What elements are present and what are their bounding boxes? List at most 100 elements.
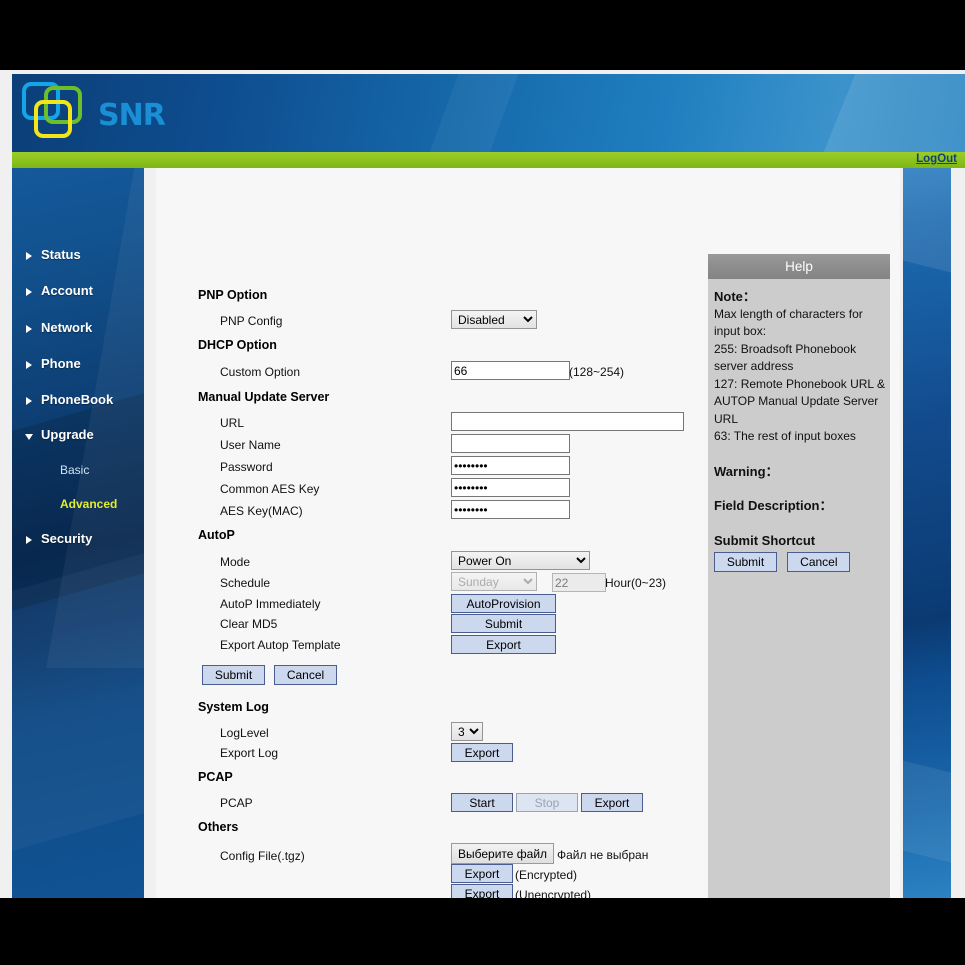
section-heading-pnp-option: PNP Option: [198, 288, 268, 302]
sidebar-subitem-basic[interactable]: Basic: [12, 463, 144, 483]
label-pcap: PCAP: [220, 796, 253, 810]
help-note-heading: Note：: [714, 289, 756, 304]
common-aes-key-input[interactable]: [451, 478, 570, 497]
sidebar-item-status[interactable]: Status: [12, 247, 144, 269]
chevron-right-icon: [26, 288, 32, 296]
label-url: URL: [220, 416, 245, 430]
section-heading-pcap: PCAP: [198, 770, 233, 784]
label-autop-immediately: AutoP Immediately: [220, 597, 321, 611]
help-cancel-button[interactable]: Cancel: [787, 552, 851, 572]
sidebar-subitem-advanced[interactable]: Advanced: [12, 497, 144, 517]
help-submit-button[interactable]: Submit: [714, 552, 777, 572]
right-decorative-band: [903, 168, 951, 898]
chevron-right-icon: [26, 397, 32, 405]
green-nav-bar: LogOut: [12, 152, 965, 168]
label-password: Password: [220, 460, 273, 474]
chevron-down-icon: [25, 434, 33, 440]
help-body: Note： Max length of characters for input…: [714, 288, 886, 572]
section-heading-dhcp-option: DHCP Option: [198, 338, 277, 352]
sidebar-item-label: Status: [41, 247, 81, 262]
sidebar-item-label: Security: [41, 531, 93, 546]
help-spacer: [714, 480, 886, 497]
sidebar-item-upgrade[interactable]: Upgrade: [12, 427, 144, 449]
header-sheen-decor-2: [421, 74, 523, 152]
page-root: SNR LogOut Status Account Network Phone …: [0, 70, 965, 898]
autop-mode-select[interactable]: Power On: [451, 551, 590, 570]
right-band-facet-1: [903, 168, 951, 278]
help-spacer: [714, 446, 886, 463]
sidebar-subitem-label: Advanced: [60, 497, 118, 511]
pcap-start-button[interactable]: Start: [451, 793, 513, 812]
export-log-button[interactable]: Export: [451, 743, 513, 762]
sidebar-item-label: PhoneBook: [41, 392, 114, 407]
logout-link[interactable]: LogOut: [916, 153, 957, 165]
autoprovision-button[interactable]: AutoProvision: [451, 594, 556, 613]
sidebar-item-label: Account: [41, 283, 93, 298]
custom-option-hint: (128~254): [569, 365, 625, 379]
export-unencrypted-button[interactable]: Export: [451, 884, 513, 898]
pcap-export-button[interactable]: Export: [581, 793, 643, 812]
label-pnp-config: PNP Config: [220, 314, 283, 328]
right-band-facet-2: [903, 758, 951, 868]
settings-form: PNP Option PNP Config Disabled DHCP Opti…: [166, 254, 706, 898]
submit-button[interactable]: Submit: [202, 665, 265, 685]
help-note-line: 63: The rest of input boxes: [714, 429, 856, 443]
schedule-hour-input[interactable]: [552, 573, 606, 592]
sidebar-item-phone[interactable]: Phone: [12, 356, 144, 378]
sidebar-item-account[interactable]: Account: [12, 283, 144, 305]
encrypted-note: (Encrypted): [515, 868, 578, 882]
help-note-line: Max length of characters for input box:: [714, 306, 863, 339]
label-schedule: Schedule: [220, 576, 271, 590]
help-shortcut-buttons: Submit Cancel: [714, 552, 886, 572]
sidebar-item-label: Network: [41, 320, 93, 335]
label-aes-key-mac: AES Key(MAC): [220, 504, 303, 518]
export-autop-template-button[interactable]: Export: [451, 635, 556, 654]
sidebar-item-security[interactable]: Security: [12, 531, 144, 553]
file-status-text: Файл не выбран: [557, 848, 649, 862]
label-loglevel: LogLevel: [220, 726, 269, 740]
help-panel: Help Note： Max length of characters for …: [708, 254, 890, 898]
aes-key-mac-input[interactable]: [451, 500, 570, 519]
chevron-right-icon: [26, 536, 32, 544]
export-encrypted-button[interactable]: Export: [451, 864, 513, 883]
label-common-aes-key: Common AES Key: [220, 482, 320, 496]
logo-wordmark: SNR: [98, 98, 166, 133]
sidebar: Status Account Network Phone PhoneBook U…: [12, 168, 144, 898]
password-input[interactable]: [451, 456, 570, 475]
help-submit-shortcut-heading: Submit Shortcut: [714, 532, 816, 548]
chevron-right-icon: [26, 361, 32, 369]
custom-option-input[interactable]: [451, 361, 570, 380]
user-name-input[interactable]: [451, 434, 570, 453]
schedule-hour-hint: Hour(0~23): [605, 576, 667, 590]
snr-logo: SNR: [20, 80, 220, 146]
chevron-right-icon: [26, 325, 32, 333]
sidebar-item-label: Upgrade: [41, 427, 94, 442]
help-note-line: 255: Broadsoft Phonebook server address: [714, 341, 857, 374]
page-header: SNR: [12, 74, 965, 152]
url-input[interactable]: [451, 412, 684, 431]
pnp-config-select[interactable]: Disabled: [451, 310, 537, 329]
section-heading-system-log: System Log: [198, 700, 269, 714]
sidebar-item-label: Phone: [41, 356, 81, 371]
choose-file-button[interactable]: Выберите файл: [451, 843, 555, 864]
help-warning-heading: Warning：: [714, 463, 779, 479]
label-custom-option: Custom Option: [220, 365, 301, 379]
schedule-day-select[interactable]: Sunday: [451, 572, 537, 591]
help-spacer: [714, 515, 886, 532]
sidebar-subitem-label: Basic: [60, 463, 90, 477]
logo-squares-icon: [22, 82, 82, 138]
loglevel-select[interactable]: 3: [451, 722, 483, 741]
help-note-line: 127: Remote Phonebook URL & AUTOP Manual…: [714, 376, 885, 426]
clear-md5-submit-button[interactable]: Submit: [451, 614, 556, 633]
label-export-autop-template: Export Autop Template: [220, 638, 341, 652]
sidebar-item-network[interactable]: Network: [12, 320, 144, 342]
label-mode: Mode: [220, 555, 251, 569]
help-title-bar: Help: [708, 254, 890, 279]
help-field-description-heading: Field Description：: [714, 498, 833, 513]
cancel-button[interactable]: Cancel: [274, 665, 337, 685]
label-config-file: Config File(.tgz): [220, 849, 305, 863]
section-heading-autop: AutoP: [198, 528, 235, 542]
chevron-right-icon: [26, 252, 32, 260]
sidebar-item-phonebook[interactable]: PhoneBook: [12, 392, 144, 414]
pcap-stop-button[interactable]: Stop: [516, 793, 578, 812]
